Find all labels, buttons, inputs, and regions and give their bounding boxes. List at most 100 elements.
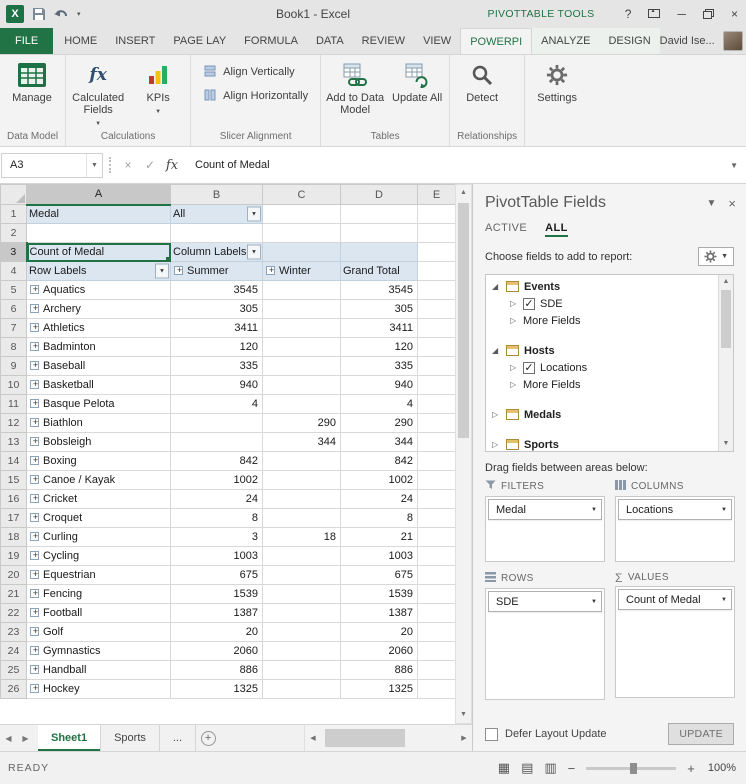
cell-winter-value[interactable] bbox=[262, 565, 341, 585]
chip-dropdown-icon[interactable]: ▼ bbox=[715, 507, 727, 513]
pane-options-icon[interactable]: ▼ bbox=[707, 198, 717, 209]
chip-dropdown-icon[interactable]: ▼ bbox=[585, 599, 597, 605]
cell[interactable] bbox=[417, 584, 456, 604]
cell-winter-value[interactable] bbox=[262, 622, 341, 642]
cell-summer-value[interactable]: 842 bbox=[170, 451, 263, 471]
cell-row-label[interactable]: Athletics bbox=[26, 318, 171, 338]
row-header[interactable]: 20 bbox=[0, 565, 27, 585]
ribbon-tab[interactable]: INSERT bbox=[106, 28, 164, 54]
ribbon-tab[interactable]: FORMULA bbox=[235, 28, 307, 54]
cell-grand-total-value[interactable]: 886 bbox=[340, 660, 418, 680]
cell-grand-total-value[interactable]: 20 bbox=[340, 622, 418, 642]
expand-button[interactable] bbox=[30, 399, 40, 408]
help-button[interactable]: ? bbox=[625, 7, 632, 21]
cell-summer-value[interactable]: 2060 bbox=[170, 641, 263, 661]
select-all-corner[interactable] bbox=[0, 184, 27, 205]
field-tree-item[interactable]: Medals bbox=[488, 406, 715, 423]
cell-row-label[interactable]: Gymnastics bbox=[26, 641, 171, 661]
cell[interactable] bbox=[417, 679, 456, 699]
cell-grand-total-value[interactable]: 940 bbox=[340, 375, 418, 395]
cell-winter-value[interactable] bbox=[262, 375, 341, 395]
cell-grand-total-value[interactable]: 290 bbox=[340, 413, 418, 433]
cell-row-labels[interactable]: Row Labels ▼ bbox=[26, 261, 171, 281]
excel-logo-icon[interactable]: X bbox=[6, 5, 24, 23]
cell-summer-header[interactable]: Summer bbox=[170, 261, 263, 281]
cell-summer-value[interactable]: 3545 bbox=[170, 280, 263, 300]
cell[interactable] bbox=[262, 242, 341, 262]
expand-arrow-icon[interactable] bbox=[510, 299, 523, 308]
cell-row-label[interactable]: Badminton bbox=[26, 337, 171, 357]
row-header[interactable]: 10 bbox=[0, 375, 27, 395]
user-name[interactable]: David Ise... bbox=[660, 35, 715, 47]
settings-button[interactable]: Settings bbox=[528, 57, 586, 104]
cell-grand-total-value[interactable]: 120 bbox=[340, 337, 418, 357]
chip-dropdown-icon[interactable]: ▼ bbox=[585, 507, 597, 513]
filter-dropdown-icon[interactable]: ▼ bbox=[247, 244, 261, 260]
cell[interactable] bbox=[340, 204, 418, 224]
ribbon-tab[interactable]: PAGE LAY bbox=[164, 28, 235, 54]
scrollbar-thumb[interactable] bbox=[458, 203, 469, 438]
scroll-down-icon[interactable]: ▼ bbox=[456, 707, 471, 723]
cell[interactable] bbox=[417, 451, 456, 471]
cell-summer-value[interactable]: 1002 bbox=[170, 470, 263, 490]
cell-summer-value[interactable]: 305 bbox=[170, 299, 263, 319]
cell-winter-value[interactable] bbox=[262, 546, 341, 566]
cell-winter-value[interactable] bbox=[262, 660, 341, 680]
add-sheet-button[interactable]: + bbox=[196, 725, 220, 751]
cell-winter-value[interactable]: 290 bbox=[262, 413, 341, 433]
fields-list-scrollbar[interactable]: ▲ ▼ bbox=[718, 275, 733, 451]
row-header[interactable]: 3 bbox=[0, 242, 28, 262]
ribbon-tab[interactable]: VIEW bbox=[414, 28, 460, 54]
name-box[interactable]: A3 ▼ bbox=[1, 152, 103, 178]
cell-grand-total-value[interactable]: 1325 bbox=[340, 679, 418, 699]
cell-summer-value[interactable]: 4 bbox=[170, 394, 263, 414]
cell-winter-value[interactable] bbox=[262, 356, 341, 376]
align-vertically-button[interactable]: Align Vertically bbox=[198, 62, 313, 82]
cell-grand-total-value[interactable]: 1003 bbox=[340, 546, 418, 566]
cell-winter-value[interactable] bbox=[262, 679, 341, 699]
scrollbar-thumb[interactable] bbox=[325, 729, 405, 747]
expand-arrow-icon[interactable] bbox=[492, 346, 505, 355]
field-chip-locations[interactable]: Locations ▼ bbox=[618, 499, 732, 520]
row-header[interactable]: 23 bbox=[0, 622, 27, 642]
ribbon-display-options-button[interactable] bbox=[648, 7, 661, 21]
pane-close-icon[interactable]: × bbox=[728, 196, 736, 211]
expand-arrow-icon[interactable] bbox=[510, 316, 523, 325]
cell-winter-value[interactable]: 18 bbox=[262, 527, 341, 547]
cell-winter-value[interactable] bbox=[262, 508, 341, 528]
field-label[interactable]: More Fields bbox=[523, 379, 580, 391]
expand-arrow-icon[interactable] bbox=[492, 410, 505, 419]
zoom-slider[interactable] bbox=[586, 762, 677, 774]
field-tree-item[interactable]: More Fields bbox=[488, 376, 715, 393]
cell-summer-value[interactable]: 3411 bbox=[170, 318, 263, 338]
zoom-slider-thumb[interactable] bbox=[630, 762, 638, 774]
cell-grand-total-value[interactable]: 1387 bbox=[340, 603, 418, 623]
row-header[interactable]: 16 bbox=[0, 489, 27, 509]
cell-row-label[interactable]: Biathlon bbox=[26, 413, 171, 433]
cell[interactable] bbox=[417, 565, 456, 585]
row-header[interactable]: 26 bbox=[0, 679, 27, 699]
zoom-in-button[interactable]: + bbox=[687, 761, 695, 776]
scroll-up-icon[interactable]: ▲ bbox=[456, 185, 471, 201]
expand-button[interactable] bbox=[30, 285, 40, 294]
cell[interactable] bbox=[417, 622, 456, 642]
field-tree-item[interactable]: Hosts bbox=[488, 342, 715, 359]
cell-winter-value[interactable] bbox=[262, 489, 341, 509]
cell-winter-value[interactable] bbox=[262, 603, 341, 623]
add-to-data-model-button[interactable]: Add to Data Model bbox=[324, 57, 386, 116]
cell[interactable] bbox=[417, 432, 456, 452]
qat-customize-icon[interactable]: ▾ bbox=[77, 10, 81, 18]
field-chip-medal[interactable]: Medal ▼ bbox=[488, 499, 602, 520]
expand-arrow-icon[interactable] bbox=[492, 440, 505, 449]
cell-summer-value[interactable] bbox=[170, 413, 263, 433]
cell[interactable] bbox=[340, 242, 418, 262]
cell[interactable] bbox=[26, 223, 171, 243]
manage-button[interactable]: Manage bbox=[3, 57, 61, 104]
field-label[interactable]: SDE bbox=[540, 298, 563, 310]
col-header-d[interactable]: D bbox=[340, 184, 418, 205]
cell-grand-total-header[interactable]: Grand Total bbox=[340, 261, 418, 281]
cell-grand-total-value[interactable]: 1539 bbox=[340, 584, 418, 604]
cell-winter-value[interactable] bbox=[262, 451, 341, 471]
cell-winter-value[interactable]: 344 bbox=[262, 432, 341, 452]
cell-grand-total-value[interactable]: 344 bbox=[340, 432, 418, 452]
